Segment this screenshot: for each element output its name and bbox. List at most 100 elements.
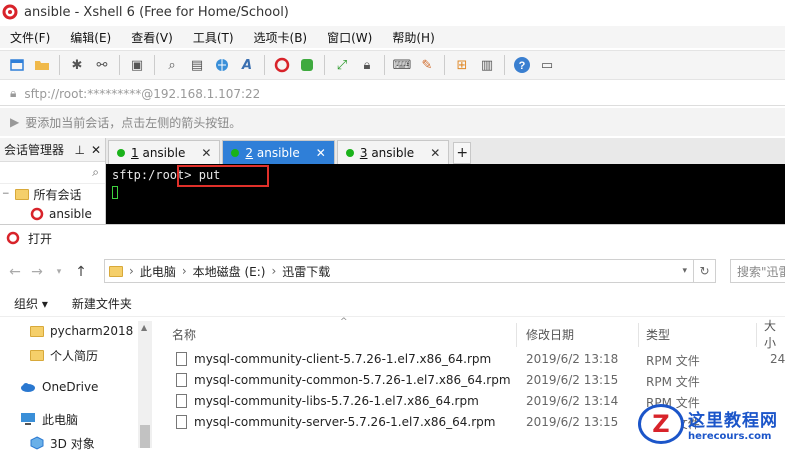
xshell-session-icon [30,207,44,221]
new-tab-button[interactable]: + [453,142,472,164]
back-icon[interactable]: ← [4,264,26,280]
column-date[interactable]: 修改日期 [526,326,574,343]
close-tab-icon[interactable]: ✕ [201,146,211,160]
chevron-right-icon[interactable]: › [129,264,134,278]
search-icon[interactable]: ⌕ [92,165,99,180]
tab-3-ansible[interactable]: 3 ansible ✕ [336,140,450,164]
connect-icon[interactable]: ✱ [66,54,88,76]
column-type[interactable]: 类型 [646,326,670,343]
scrollbar-thumb[interactable] [140,425,150,448]
properties-icon[interactable]: ▣ [126,54,148,76]
column-divider[interactable] [516,323,517,347]
watermark-logo: Z [638,403,684,444]
bookmark-icon[interactable]: ▶ [10,115,19,129]
chevron-down-icon[interactable]: ▾ [682,266,687,276]
file-date: 2019/6/2 13:15 [526,415,619,429]
breadcrumb-item[interactable]: 本地磁盘 (E:) [193,263,266,280]
terminal-cursor [112,186,118,199]
lock-icon[interactable]: 🔒︎ [356,54,378,76]
session-search[interactable]: ⌕ [0,162,105,184]
xftp-icon[interactable] [296,54,318,76]
disconnect-icon[interactable]: ⚯ [91,54,113,76]
highlight-icon[interactable]: ✎ [416,54,438,76]
dialog-titlebar: 打开 [0,225,785,251]
keyboard-icon[interactable]: ⌨ [391,54,413,76]
chat-icon[interactable]: ▭ [536,54,558,76]
nav-item-pycharm2018[interactable]: pycharm2018 [0,319,152,343]
file-row[interactable]: mysql-community-client-5.7.26-1.el7.x86_… [160,349,785,370]
refresh-icon[interactable]: ↻ [694,259,716,283]
file-date: 2019/6/2 13:15 [526,373,619,387]
toolbar-divider [504,55,505,75]
new-folder-button[interactable]: 新建文件夹 [72,295,132,312]
print-icon[interactable]: ▤ [186,54,208,76]
up-icon[interactable]: ↑ [70,264,92,280]
nav-item-3d-objects[interactable]: 3D 对象 [0,431,152,455]
nav-item-label: OneDrive [42,380,99,394]
recent-dropdown-icon[interactable]: ▾ [48,267,70,277]
tree-item-all-sessions[interactable]: − 所有会话 [0,184,105,204]
folder-icon [14,188,29,200]
breadcrumb-item[interactable]: 迅雷下载 [282,263,330,280]
scroll-up-icon[interactable]: ▲ [141,323,147,332]
nav-scrollbar[interactable]: ▲ [138,321,152,448]
tree-item-label: 所有会话 [33,187,82,202]
chevron-right-icon[interactable]: › [182,264,187,278]
column-divider[interactable] [756,323,757,347]
menu-bar: 文件(F) 编辑(E) 查看(V) 工具(T) 选项卡(B) 窗口(W) 帮助(… [0,26,785,48]
tree-item-ansible[interactable]: ansible [0,204,105,224]
menu-file[interactable]: 文件(F) [0,29,60,46]
close-tab-icon[interactable]: ✕ [430,146,440,160]
fullscreen-icon[interactable]: ⤢ [331,54,353,76]
hint-bar: ▶ 要添加当前会话，点击左侧的箭头按钮。 [0,108,785,136]
tab-2-ansible[interactable]: 2 ansible ✕ [222,140,335,164]
nav-item-onedrive[interactable]: OneDrive [0,375,152,399]
file-row[interactable]: mysql-community-common-5.7.26-1.el7.x86_… [160,370,785,391]
breadcrumb-item[interactable]: 此电脑 [140,263,176,280]
tab-label: ansible [371,145,415,160]
tab-number: 2 [245,145,254,160]
xshell-icon[interactable] [271,54,293,76]
close-icon[interactable]: ✕ [91,143,101,157]
forward-icon[interactable]: → [26,264,48,280]
column-name[interactable]: 名称 [172,326,196,343]
menu-edit[interactable]: 编辑(E) [60,29,121,46]
watermark-text: 这里教程网 herecours.com [688,406,778,442]
toolbar-divider [384,55,385,75]
breadcrumb[interactable]: › 此电脑 › 本地磁盘 (E:) › 迅雷下载 ▾ [104,259,694,283]
find-icon[interactable]: ⌕ [161,54,183,76]
menu-window[interactable]: 窗口(W) [317,29,382,46]
nav-item-resume[interactable]: 个人简历 [0,343,152,367]
menu-view[interactable]: 查看(V) [121,29,183,46]
tab-1-ansible[interactable]: 1 ansible ✕ [108,140,221,164]
nav-item-this-pc[interactable]: 此电脑 [0,407,152,431]
search-input[interactable]: 搜索"迅雷 [730,259,785,283]
menu-help[interactable]: 帮助(H) [382,29,444,46]
font-icon[interactable]: A [236,54,258,76]
open-folder-icon[interactable] [31,54,53,76]
collapse-icon[interactable]: − [2,189,10,199]
chevron-right-icon[interactable]: › [271,264,276,278]
cloud-icon [21,383,35,392]
column-size[interactable]: 大小 [764,317,785,351]
address-bar[interactable]: 🔒︎ sftp://root:*********@192.168.1.107:2… [0,82,785,106]
tab-label: ansible [256,145,300,160]
organize-button[interactable]: 组织 ▾ [14,295,48,312]
window-titlebar: ansible - Xshell 6 (Free for Home/School… [0,0,785,24]
layout-icon[interactable]: ▥ [476,54,498,76]
new-session-icon[interactable] [6,54,28,76]
globe-icon[interactable] [211,54,233,76]
window-title: ansible - Xshell 6 (Free for Home/School… [24,4,289,20]
add-tab-icon[interactable]: ⊞ [451,54,473,76]
menu-tools[interactable]: 工具(T) [183,29,244,46]
file-list-header: ^ 名称 修改日期 类型 大小 [160,317,785,351]
nav-item-label: 此电脑 [42,412,79,427]
menu-tabs[interactable]: 选项卡(B) [244,29,318,46]
close-tab-icon[interactable]: ✕ [316,146,326,160]
computer-icon [21,413,35,425]
xshell-logo-icon [6,231,20,245]
column-divider[interactable] [638,323,639,347]
pin-icon[interactable]: ⊥ [74,143,84,157]
help-icon[interactable]: ? [511,54,533,76]
file-size: 24 [770,352,785,366]
